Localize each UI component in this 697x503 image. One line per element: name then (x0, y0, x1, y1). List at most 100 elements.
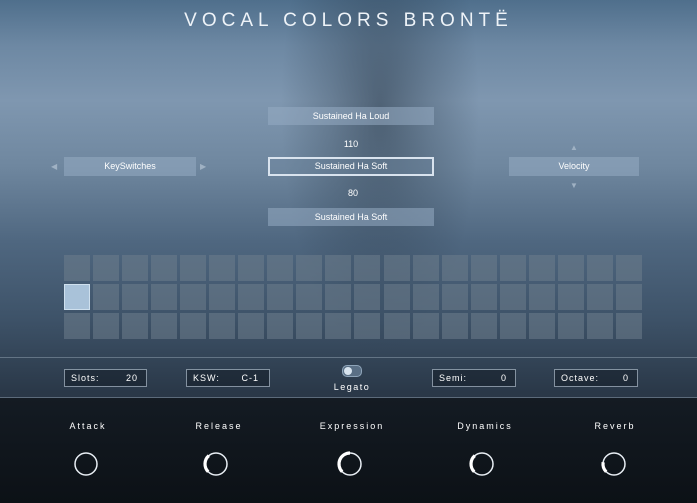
slot-cell[interactable] (441, 284, 468, 310)
lower-value: 80 (347, 188, 358, 198)
slots-label: Slots: (71, 373, 100, 383)
slot-cell[interactable] (586, 284, 613, 310)
slot-cell[interactable] (412, 313, 439, 339)
slots-field[interactable]: Slots: 20 (64, 369, 147, 387)
slot-cell[interactable] (151, 284, 178, 310)
slot-cell[interactable] (180, 255, 207, 281)
articulation-above[interactable]: Sustained Ha Loud (268, 107, 434, 125)
slot-cell[interactable] (586, 313, 613, 339)
slots-value: 20 (125, 373, 138, 383)
slot-cell[interactable] (499, 313, 526, 339)
octave-field[interactable]: Octave: 0 (554, 369, 638, 387)
slot-cell[interactable] (615, 313, 642, 339)
release-knob[interactable] (200, 448, 232, 480)
slot-cell[interactable] (383, 255, 410, 281)
slot-cell[interactable] (557, 284, 584, 310)
knob-ring (74, 452, 98, 476)
left-prev-arrow-icon[interactable]: ◀ (51, 162, 57, 171)
slot-cell[interactable] (499, 284, 526, 310)
slot-cell[interactable] (354, 255, 381, 281)
attack-knob[interactable] (70, 448, 102, 480)
knob-value-arc (203, 454, 211, 473)
slot-cell[interactable] (122, 255, 149, 281)
reverb-knob[interactable] (598, 448, 630, 480)
semi-value: 0 (500, 373, 507, 383)
legato-label: Legato (333, 382, 371, 392)
ksw-field[interactable]: KSW: C-1 (186, 369, 270, 387)
slot-cell[interactable] (383, 284, 410, 310)
legato-toggle-knob (344, 367, 352, 375)
slot-cell[interactable] (325, 313, 352, 339)
knob-value-arc (337, 451, 351, 473)
slot-cell[interactable] (412, 284, 439, 310)
app-title: VOCAL COLORS BRONTË (184, 10, 513, 31)
ksw-value: C-1 (241, 373, 259, 383)
slot-cell[interactable] (470, 255, 497, 281)
slot-cell[interactable] (238, 313, 265, 339)
slot-cell[interactable] (93, 313, 120, 339)
slot-cell[interactable] (441, 255, 468, 281)
slot-cell[interactable] (93, 255, 120, 281)
slot-cell[interactable] (209, 255, 236, 281)
octave-label: Octave: (561, 373, 600, 383)
keyswitches-selector[interactable]: KeySwitches (64, 157, 196, 176)
knob-label-dynamics: Dynamics (457, 421, 513, 431)
expression-knob[interactable] (334, 448, 366, 480)
slot-cell[interactable] (296, 255, 323, 281)
slot-cell[interactable] (528, 255, 555, 281)
semi-field[interactable]: Semi: 0 (432, 369, 516, 387)
slot-cell[interactable] (499, 255, 526, 281)
articulation-below[interactable]: Sustained Ha Soft (268, 208, 434, 226)
slot-cell[interactable] (64, 313, 90, 339)
articulation-current[interactable]: Sustained Ha Soft (268, 157, 434, 176)
knob-value-arc (601, 462, 608, 473)
slot-cell[interactable] (267, 313, 294, 339)
slot-cell[interactable] (325, 255, 352, 281)
slot-cell[interactable] (267, 255, 294, 281)
slot-cell[interactable] (586, 255, 613, 281)
slot-cell[interactable] (296, 284, 323, 310)
slot-cell[interactable] (209, 284, 236, 310)
slot-cell[interactable] (180, 284, 207, 310)
left-next-arrow-icon[interactable]: ▶ (200, 162, 206, 171)
slot-cell[interactable] (528, 284, 555, 310)
right-down-arrow-icon[interactable]: ▼ (570, 181, 578, 190)
slot-cell[interactable] (93, 284, 120, 310)
slot-cell[interactable] (122, 284, 149, 310)
slot-cell[interactable] (180, 313, 207, 339)
slot-cell[interactable] (615, 255, 642, 281)
knob-label-release: Release (195, 421, 243, 431)
knob-label-reverb: Reverb (594, 421, 636, 431)
velocity-selector[interactable]: Velocity (509, 157, 639, 176)
slot-cell[interactable] (557, 255, 584, 281)
slot-cell[interactable] (151, 313, 178, 339)
octave-value: 0 (622, 373, 629, 383)
slot-cell[interactable] (412, 255, 439, 281)
slot-cell[interactable] (441, 313, 468, 339)
slot-cell[interactable] (296, 313, 323, 339)
upper-value: 110 (343, 139, 359, 149)
slot-cell[interactable] (325, 284, 352, 310)
slot-cell[interactable] (238, 255, 265, 281)
slot-cell[interactable] (470, 284, 497, 310)
slot-cell[interactable] (354, 313, 381, 339)
slot-cell[interactable] (64, 255, 90, 281)
slot-cell[interactable] (267, 284, 294, 310)
slot-cell[interactable] (238, 284, 265, 310)
slot-cell[interactable] (470, 313, 497, 339)
slot-cell-selected[interactable] (64, 284, 90, 310)
slot-cell[interactable] (151, 255, 178, 281)
ksw-label: KSW: (193, 373, 220, 383)
slot-cell[interactable] (383, 313, 410, 339)
dynamics-knob[interactable] (466, 448, 498, 480)
slot-cell[interactable] (557, 313, 584, 339)
knob-value-arc (469, 454, 477, 473)
legato-toggle[interactable] (342, 365, 362, 377)
slot-cell[interactable] (209, 313, 236, 339)
slot-cell[interactable] (615, 284, 642, 310)
right-up-arrow-icon[interactable]: ▲ (570, 143, 578, 152)
slot-cell[interactable] (122, 313, 149, 339)
slot-cell[interactable] (354, 284, 381, 310)
slot-cell[interactable] (528, 313, 555, 339)
knob-label-expression: Expression (319, 421, 385, 431)
